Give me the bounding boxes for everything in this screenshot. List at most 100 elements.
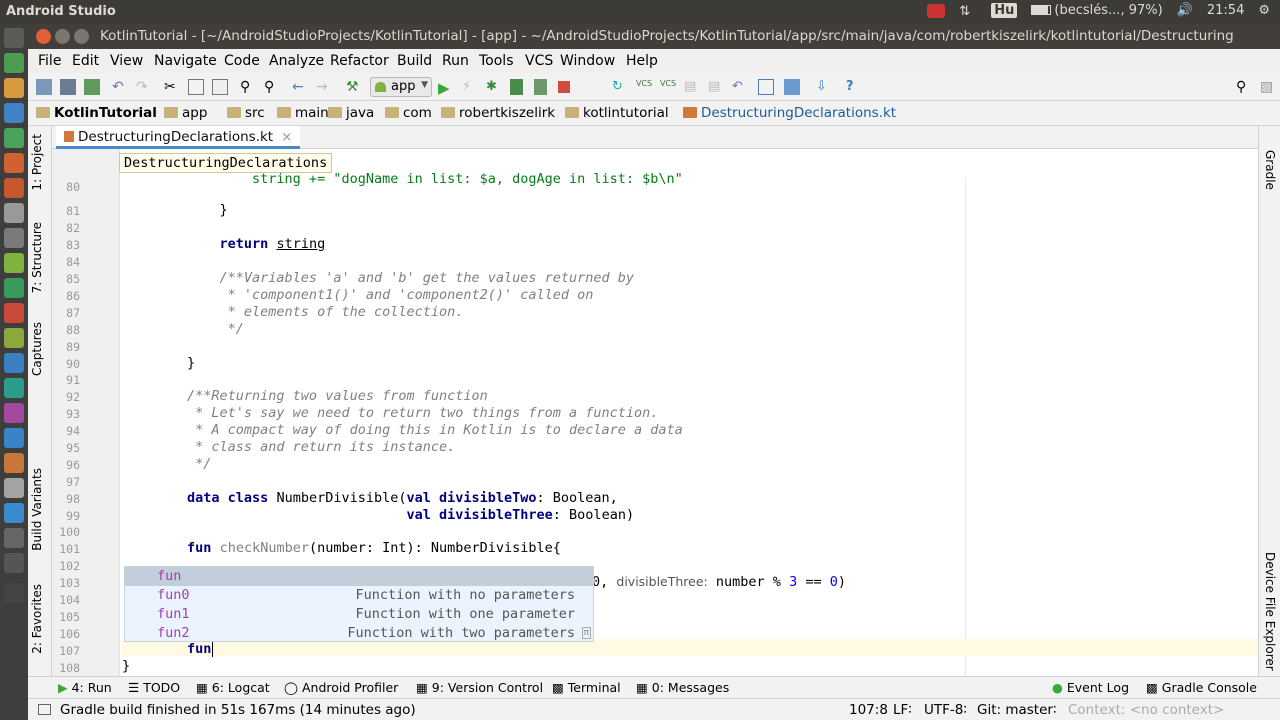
breadcrumb-item-file[interactable]: DestructuringDeclarations.kt — [683, 105, 896, 121]
launcher-app-icon[interactable] — [4, 528, 24, 548]
tool-captures[interactable]: Captures — [30, 322, 44, 376]
tab-destructuring-declarations[interactable]: DestructuringDeclarations.kt × — [56, 126, 301, 149]
save-all-icon[interactable] — [60, 79, 76, 95]
menu-help[interactable]: Help — [626, 53, 658, 69]
breadcrumb-item[interactable]: robertkiszelirk — [441, 105, 555, 121]
sticky-class-header[interactable]: DestructuringDeclarations — [119, 153, 333, 173]
code-completion-popup[interactable]: fun fun0 Function with no parameters fun1… — [124, 566, 594, 642]
menu-tools[interactable]: Tools — [479, 53, 514, 69]
tool-terminal[interactable]: ▩ Terminal — [552, 680, 621, 695]
tool-run[interactable]: ▶ 4: Run — [58, 680, 112, 695]
menu-edit[interactable]: Edit — [72, 53, 99, 69]
volume-icon[interactable]: 🔊 — [1177, 3, 1193, 18]
caret-position[interactable]: 107:8 — [849, 702, 888, 718]
tool-todo[interactable]: ☰ TODO — [128, 680, 180, 695]
profile-icon[interactable] — [510, 79, 523, 95]
launcher-files-icon[interactable] — [4, 78, 24, 98]
menu-refactor[interactable]: Refactor — [330, 53, 389, 69]
completion-item[interactable]: fun — [125, 567, 593, 586]
breadcrumb-item[interactable]: kotlintutorial — [565, 105, 669, 121]
launcher-chrome-icon[interactable] — [4, 53, 24, 73]
run-icon[interactable]: ▶ — [438, 79, 454, 97]
project-structure-icon[interactable] — [758, 79, 774, 95]
breadcrumb-item[interactable]: main — [277, 105, 329, 121]
file-encoding[interactable]: UTF-8∶ — [924, 702, 967, 718]
breadcrumb-item[interactable]: com — [385, 105, 432, 121]
gradle-sync-icon[interactable]: ↻ — [612, 79, 628, 95]
breadcrumb-item[interactable]: java — [328, 105, 374, 121]
record-icon[interactable] — [927, 3, 946, 18]
tool-event-log[interactable]: ● Event Log — [1052, 680, 1129, 695]
breadcrumb-item[interactable]: app — [164, 105, 207, 121]
launcher-app-icon[interactable] — [4, 453, 24, 473]
menu-navigate[interactable]: Navigate — [154, 53, 217, 69]
more-icon[interactable]: ▧ — [1260, 79, 1276, 95]
launcher-settings-icon[interactable] — [4, 228, 24, 248]
breadcrumb-item[interactable]: KotlinTutorial — [36, 105, 157, 121]
launcher-app-icon[interactable] — [4, 503, 24, 523]
launcher-app-icon[interactable] — [4, 553, 24, 573]
launcher-search-icon[interactable] — [4, 28, 24, 48]
launcher-app-icon[interactable] — [4, 378, 24, 398]
launcher-app-icon[interactable] — [4, 278, 24, 298]
line-separator[interactable]: LF∶ — [893, 702, 912, 718]
menu-run[interactable]: Run — [442, 53, 469, 69]
completion-item[interactable]: fun1 Function with one parameter — [125, 605, 593, 624]
sync-icon[interactable] — [84, 79, 100, 95]
launcher-app-icon[interactable] — [4, 428, 24, 448]
debug-icon[interactable]: ✱ — [486, 79, 502, 95]
maximize-window-icon[interactable] — [74, 29, 89, 44]
launcher-app-icon[interactable] — [4, 303, 24, 323]
minimize-window-icon[interactable] — [55, 29, 70, 44]
tool-device-file-explorer[interactable]: Device File Explorer — [1263, 552, 1277, 671]
status-message[interactable]: Gradle build finished in 51s 167ms (14 m… — [60, 702, 416, 718]
menu-code[interactable]: Code — [224, 53, 260, 69]
close-tab-icon[interactable]: × — [281, 129, 292, 145]
history-icon[interactable]: ▤ — [708, 79, 724, 95]
context-selector[interactable]: Context: <no context> — [1068, 702, 1224, 718]
avd-manager-icon[interactable] — [784, 79, 800, 95]
back-icon[interactable]: ← — [292, 79, 308, 95]
pi-icon[interactable]: π — [581, 627, 591, 639]
undo-icon[interactable]: ↶ — [112, 79, 128, 95]
launcher-app-icon[interactable] — [4, 478, 24, 498]
keyboard-layout[interactable]: Hu — [991, 3, 1018, 18]
launcher-android-icon[interactable] — [4, 253, 24, 273]
close-window-icon[interactable] — [36, 29, 51, 44]
launcher-text-icon[interactable] — [4, 203, 24, 223]
tool-project[interactable]: 1: Project — [30, 134, 44, 191]
completion-item[interactable]: fun2 Function with two parameters — [125, 624, 593, 643]
tool-version-control[interactable]: ▦ 9: Version Control — [416, 680, 543, 695]
launcher-impress-icon[interactable] — [4, 153, 24, 173]
launcher-app-icon[interactable] — [4, 353, 24, 373]
tool-structure[interactable]: 7: Structure — [30, 222, 44, 293]
redo-icon[interactable]: ↷ — [136, 79, 152, 95]
menu-view[interactable]: View — [110, 53, 143, 69]
search-icon[interactable]: ⚲ — [1236, 79, 1252, 95]
settings-gear-icon[interactable]: ⚙ — [1258, 3, 1270, 18]
breadcrumb-item[interactable]: src — [227, 105, 265, 121]
apply-changes-icon[interactable]: ⚡ — [462, 79, 478, 95]
launcher-software-icon[interactable] — [4, 178, 24, 198]
revert-icon[interactable]: ↶ — [732, 79, 748, 95]
battery-indicator[interactable]: (becslés..., 97%) — [1031, 3, 1163, 18]
find-icon[interactable]: ⚲ — [240, 79, 256, 95]
launcher-app-icon[interactable] — [4, 328, 24, 348]
launcher-trash-icon[interactable] — [4, 583, 24, 603]
paste-icon[interactable] — [212, 79, 228, 95]
menu-analyze[interactable]: Analyze — [269, 53, 324, 69]
tool-gradle[interactable]: Gradle — [1263, 150, 1277, 190]
menu-file[interactable]: File — [38, 53, 61, 69]
run-config-select[interactable]: app ▼ — [370, 77, 432, 97]
tool-android-profiler[interactable]: ◯ Android Profiler — [284, 680, 398, 695]
git-branch[interactable]: Git: master∶ — [977, 702, 1056, 718]
clock[interactable]: 21:54 — [1207, 3, 1244, 18]
sdk-manager-icon[interactable]: ⇩ — [816, 79, 832, 95]
completion-item[interactable]: fun0 Function with no parameters — [125, 586, 593, 605]
vcs-commit-icon[interactable]: VCS — [660, 79, 676, 95]
tool-messages[interactable]: ▦ 0: Messages — [636, 680, 729, 695]
tool-gradle-console[interactable]: ▩ Gradle Console — [1146, 680, 1257, 695]
replace-icon[interactable]: ⚲ — [264, 79, 280, 95]
menu-build[interactable]: Build — [397, 53, 432, 69]
open-folder-icon[interactable] — [36, 79, 52, 95]
